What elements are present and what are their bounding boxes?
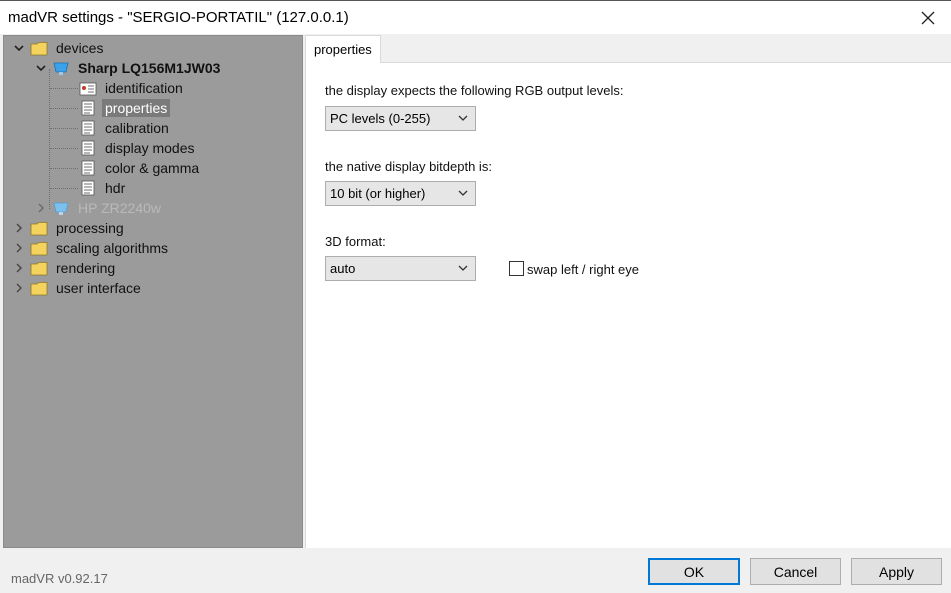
tree-connector [50,168,78,169]
folder-icon [30,260,48,276]
bitdepth-dropdown[interactable]: 10 bit (or higher) [325,181,476,206]
tree-item-label: hdr [105,180,126,196]
tree-item-devices[interactable]: devices [12,38,106,58]
tree-item-calibration[interactable]: calibration [79,118,172,138]
title-bar: madVR settings - "SERGIO-PORTATIL" (127.… [0,0,951,34]
tree-item-identification[interactable]: identification [79,78,186,98]
tree-item-label: user interface [56,280,141,296]
format3d-value: auto [330,261,356,276]
bitdepth-label: the native display bitdepth is: [325,159,492,174]
chevron-down-icon[interactable] [12,41,26,55]
document-icon [79,180,97,196]
settings-tree: devices Sharp LQ156M1JW03 identification… [3,35,303,548]
monitor-icon [52,200,70,216]
chevron-down-icon[interactable] [34,61,48,75]
format3d-label: 3D format: [325,234,386,249]
version-label: madVR v0.92.17 [11,571,108,586]
tree-item-label: devices [56,40,104,56]
tree-item-user-interface[interactable]: user interface [12,278,144,298]
document-icon [79,120,97,136]
chevron-right-icon[interactable] [12,241,26,255]
folder-icon [30,240,48,256]
chevron-right-icon[interactable] [12,281,26,295]
cancel-button[interactable]: Cancel [750,558,841,585]
tree-item-label: properties [102,99,171,117]
document-icon [79,100,97,116]
tree-item-label: display modes [105,140,195,156]
tree-item-label: rendering [56,260,116,276]
tab-properties[interactable]: properties [305,35,381,64]
rgb-levels-label: the display expects the following RGB ou… [325,83,624,98]
tree-item-label: Sharp LQ156M1JW03 [78,60,221,76]
chevron-right-icon[interactable] [34,201,48,215]
tree-connector [50,188,78,189]
document-icon [79,160,97,176]
tree-item-label: HP ZR2240w [78,200,162,216]
apply-button[interactable]: Apply [851,558,942,585]
tree-item-color-gamma[interactable]: color & gamma [79,158,202,178]
tree-item-properties[interactable]: properties [79,98,171,118]
bitdepth-value: 10 bit (or higher) [330,186,426,201]
properties-panel: the display expects the following RGB ou… [305,63,951,548]
tree-item-scaling-algorithms[interactable]: scaling algorithms [12,238,171,258]
tree-item-label: processing [56,220,124,236]
ok-button[interactable]: OK [648,558,740,585]
chevron-down-icon [458,265,468,271]
tree-item-hdr[interactable]: hdr [79,178,128,198]
tree-connector [50,108,78,109]
tree-item-label: color & gamma [105,160,200,176]
tab-strip: properties [305,35,951,64]
chevron-down-icon [458,190,468,196]
close-icon [921,11,935,24]
monitor-icon [52,60,70,76]
window-title: madVR settings - "SERGIO-PORTATIL" (127.… [8,9,349,26]
tree-item-display-modes[interactable]: display modes [79,138,198,158]
document-icon [79,140,97,156]
tree-item-label: calibration [105,120,169,136]
tree-connector [50,88,78,89]
tree-connector [50,128,78,129]
close-button[interactable] [905,1,951,34]
tree-item-label: scaling algorithms [56,240,169,256]
tree-item-rendering[interactable]: rendering [12,258,118,278]
chevron-down-icon [458,115,468,121]
tree-item-processing[interactable]: processing [12,218,127,238]
folder-icon [30,220,48,236]
folder-icon [30,40,48,56]
tree-item-device-sharp[interactable]: Sharp LQ156M1JW03 [34,58,223,78]
folder-icon [30,280,48,296]
swap-eye-checkbox[interactable] [509,261,524,276]
tree-item-device-hp[interactable]: HP ZR2240w [34,198,164,218]
chevron-right-icon[interactable] [12,261,26,275]
chevron-right-icon[interactable] [12,221,26,235]
tree-connector [50,148,78,149]
rgb-levels-value: PC levels (0-255) [330,111,431,126]
format3d-dropdown[interactable]: auto [325,256,476,281]
identification-icon [79,80,97,96]
tree-item-label: identification [105,80,183,96]
swap-eye-label: swap left / right eye [527,262,639,277]
rgb-levels-dropdown[interactable]: PC levels (0-255) [325,106,476,131]
